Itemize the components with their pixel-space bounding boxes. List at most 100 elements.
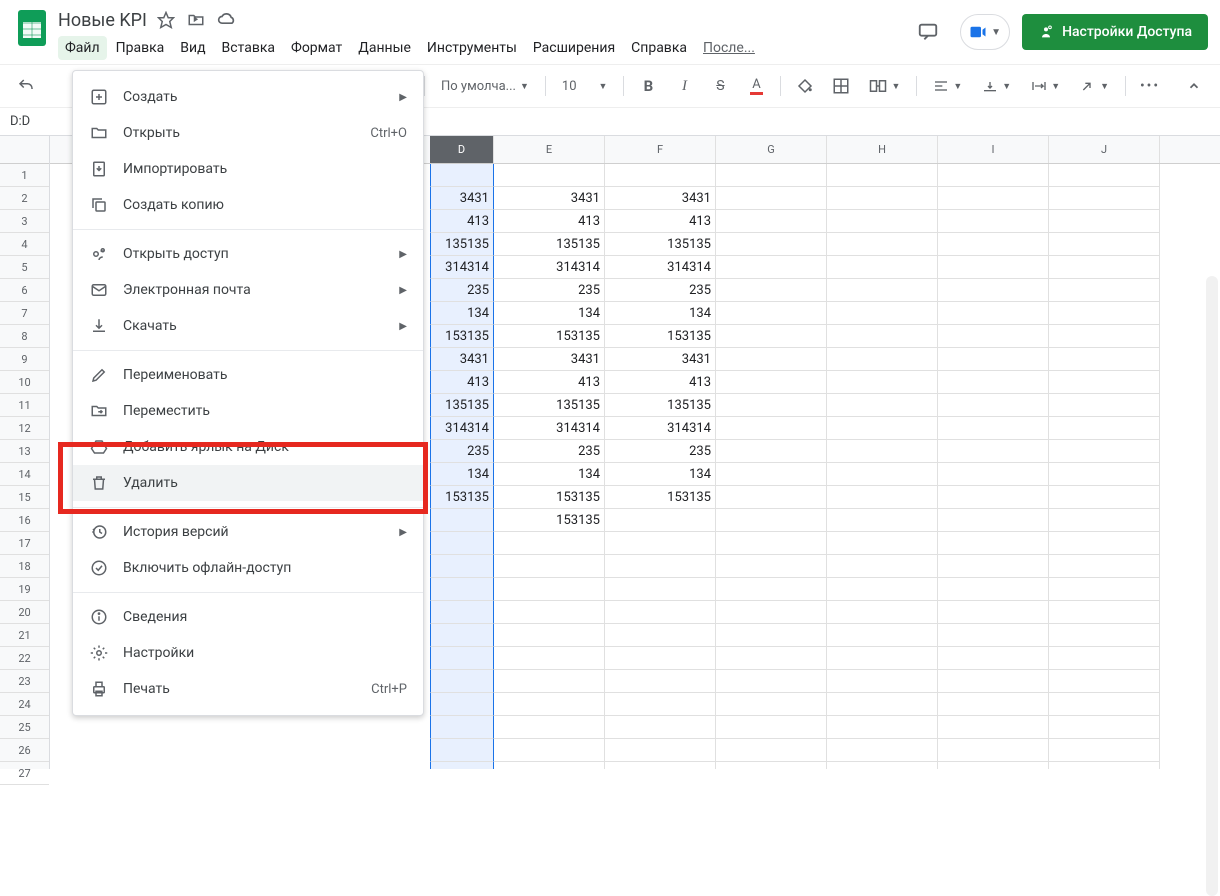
cell[interactable] xyxy=(716,762,827,769)
cell[interactable] xyxy=(1049,647,1160,670)
cell[interactable] xyxy=(827,762,938,769)
cell[interactable]: 134 xyxy=(605,463,716,486)
cell[interactable] xyxy=(430,716,494,739)
cell[interactable]: 314314 xyxy=(494,256,605,279)
cell[interactable] xyxy=(827,440,938,463)
cell[interactable]: 413 xyxy=(494,371,605,394)
row-header[interactable]: 1 xyxy=(0,164,49,187)
menu-item-trash[interactable]: Удалить xyxy=(73,465,423,501)
cell[interactable] xyxy=(494,578,605,601)
cell[interactable] xyxy=(1049,256,1160,279)
menu-item-print[interactable]: ПечатьCtrl+P xyxy=(73,671,423,707)
cell[interactable] xyxy=(827,187,938,210)
cell[interactable] xyxy=(605,578,716,601)
cell[interactable] xyxy=(605,509,716,532)
valign-button[interactable]: ▼ xyxy=(976,72,1017,100)
cell[interactable] xyxy=(716,325,827,348)
cell[interactable] xyxy=(827,233,938,256)
menu-view[interactable]: Вид xyxy=(173,36,212,60)
cell[interactable] xyxy=(827,210,938,233)
cell[interactable]: 235 xyxy=(494,440,605,463)
colhdr-H[interactable]: H xyxy=(827,136,938,163)
font-select[interactable]: По умолча...▼ xyxy=(435,72,535,100)
cell[interactable] xyxy=(1049,187,1160,210)
cell[interactable] xyxy=(938,210,1049,233)
menu-item-import[interactable]: Импортировать xyxy=(73,151,423,187)
menu-item-copy[interactable]: Создать копию xyxy=(73,187,423,223)
cell[interactable]: 314314 xyxy=(605,417,716,440)
cell[interactable] xyxy=(938,555,1049,578)
cell[interactable] xyxy=(716,693,827,716)
cell[interactable] xyxy=(1049,739,1160,762)
cell[interactable] xyxy=(1049,762,1160,769)
cell[interactable] xyxy=(605,624,716,647)
cell[interactable]: 314314 xyxy=(494,417,605,440)
cell[interactable] xyxy=(827,394,938,417)
cell[interactable] xyxy=(938,256,1049,279)
cell[interactable] xyxy=(938,279,1049,302)
row-header[interactable]: 14 xyxy=(0,463,49,486)
cell[interactable] xyxy=(938,348,1049,371)
cell[interactable] xyxy=(1049,394,1160,417)
cell[interactable] xyxy=(1049,348,1160,371)
star-icon[interactable] xyxy=(157,11,175,29)
row-header[interactable]: 2 xyxy=(0,187,49,210)
cell[interactable] xyxy=(827,578,938,601)
cell[interactable] xyxy=(938,739,1049,762)
cell[interactable] xyxy=(938,578,1049,601)
row-header[interactable]: 7 xyxy=(0,302,49,325)
row-header[interactable]: 25 xyxy=(0,716,49,739)
cell[interactable] xyxy=(1049,302,1160,325)
cell[interactable] xyxy=(716,509,827,532)
cell[interactable]: 135135 xyxy=(494,394,605,417)
cell[interactable] xyxy=(827,463,938,486)
cell[interactable] xyxy=(1049,509,1160,532)
cell[interactable]: 3431 xyxy=(605,187,716,210)
cell[interactable] xyxy=(827,325,938,348)
colhdr-G[interactable]: G xyxy=(716,136,827,163)
cell[interactable] xyxy=(716,256,827,279)
cell[interactable] xyxy=(1049,210,1160,233)
cell[interactable]: 235 xyxy=(430,279,494,302)
cell[interactable] xyxy=(1049,486,1160,509)
cell[interactable] xyxy=(494,739,605,762)
cell[interactable] xyxy=(430,164,494,187)
cell[interactable] xyxy=(430,578,494,601)
menu-item-move[interactable]: Переместить xyxy=(73,393,423,429)
menu-item-drive[interactable]: Добавить ярлык на Диск xyxy=(73,429,423,465)
cell[interactable] xyxy=(430,509,494,532)
cell[interactable] xyxy=(1049,417,1160,440)
cell[interactable] xyxy=(827,348,938,371)
fill-color-button[interactable] xyxy=(791,72,819,100)
menu-item-rename[interactable]: Переименовать xyxy=(73,357,423,393)
row-header[interactable]: 11 xyxy=(0,394,49,417)
colhdr-E[interactable]: E xyxy=(494,136,605,163)
cell[interactable]: 3431 xyxy=(494,348,605,371)
move-icon[interactable] xyxy=(187,11,205,29)
cell[interactable] xyxy=(430,601,494,624)
cell[interactable] xyxy=(938,187,1049,210)
more-button[interactable]: ••• xyxy=(1136,72,1164,100)
rotate-button[interactable]: ▼ xyxy=(1074,72,1115,100)
row-header[interactable]: 27 xyxy=(0,762,49,785)
cell[interactable]: 153135 xyxy=(605,486,716,509)
cell[interactable] xyxy=(827,164,938,187)
row-header[interactable]: 23 xyxy=(0,670,49,693)
collapse-toolbar-icon[interactable] xyxy=(1180,72,1208,100)
row-header[interactable]: 16 xyxy=(0,509,49,532)
cell[interactable] xyxy=(938,463,1049,486)
row-header[interactable]: 8 xyxy=(0,325,49,348)
undo-button[interactable] xyxy=(12,72,40,100)
cell[interactable] xyxy=(430,670,494,693)
text-color-button[interactable]: A xyxy=(742,72,770,100)
menu-file[interactable]: Файл xyxy=(58,36,107,60)
cell[interactable] xyxy=(938,440,1049,463)
cell[interactable] xyxy=(716,233,827,256)
cell[interactable] xyxy=(716,187,827,210)
share-button[interactable]: Настройки Доступа xyxy=(1022,14,1208,50)
cell[interactable] xyxy=(605,739,716,762)
cell[interactable]: 153135 xyxy=(494,486,605,509)
cell[interactable] xyxy=(716,164,827,187)
cell[interactable] xyxy=(1049,624,1160,647)
cell[interactable] xyxy=(938,325,1049,348)
